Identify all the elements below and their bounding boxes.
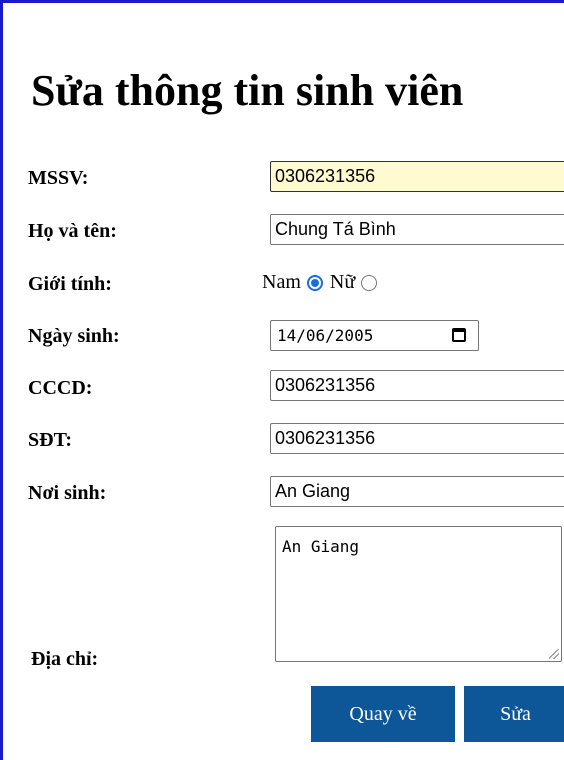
mssv-value: 0306231356 — [275, 166, 376, 186]
gender-radio-group: Nam Nữ — [262, 271, 384, 294]
cccd-value: 0306231356 — [275, 375, 376, 395]
ngay-sinh-label: Ngày sinh: — [28, 325, 120, 347]
back-button[interactable]: Quay về — [311, 686, 455, 742]
dia-chi-textarea[interactable]: An Giang — [275, 526, 562, 662]
ho-ten-value: Chung Tá Bình — [275, 219, 396, 239]
gender-radio-nam[interactable] — [306, 274, 323, 291]
calendar-icon[interactable] — [452, 328, 466, 342]
noi-sinh-label: Nơi sinh: — [28, 482, 107, 504]
sdt-label: SĐT: — [28, 429, 73, 451]
gioi-tinh-label: Giới tính: — [28, 273, 112, 295]
mssv-label: MSSV: — [28, 167, 89, 189]
resize-grip-icon[interactable] — [549, 649, 559, 659]
noi-sinh-input[interactable]: An Giang — [270, 476, 564, 507]
cccd-label: CCCD: — [28, 377, 93, 399]
dia-chi-value: An Giang — [282, 537, 360, 556]
mssv-input[interactable]: 0306231356 — [270, 161, 564, 192]
gender-option-nu-label: Nữ — [329, 271, 356, 293]
ngay-sinh-value: 14/06/2005 — [277, 326, 374, 345]
dia-chi-label: Địa chỉ: — [31, 648, 99, 670]
submit-button[interactable]: Sửa — [464, 686, 564, 742]
sdt-value: 0306231356 — [275, 428, 376, 448]
page-title: Sửa thông tin sinh viên — [31, 66, 464, 115]
ngay-sinh-input[interactable]: 14/06/2005 — [270, 320, 479, 351]
gender-option-nam-label: Nam — [262, 271, 301, 293]
noi-sinh-value: An Giang — [275, 481, 351, 501]
ho-ten-input[interactable]: Chung Tá Bình — [270, 214, 564, 245]
page-frame: Sửa thông tin sinh viên MSSV: 0306231356… — [0, 0, 564, 760]
sdt-input[interactable]: 0306231356 — [270, 423, 564, 454]
cccd-input[interactable]: 0306231356 — [270, 370, 564, 401]
ho-ten-label: Họ và tên: — [28, 220, 117, 242]
gender-radio-nu[interactable] — [361, 274, 378, 291]
